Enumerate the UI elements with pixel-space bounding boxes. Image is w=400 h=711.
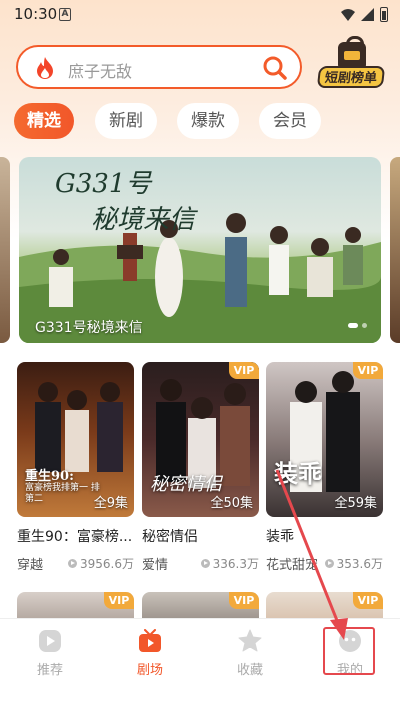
vip-badge: VIP	[353, 592, 383, 609]
tab-hot[interactable]: 爆款	[177, 103, 239, 139]
status-time: 10:30	[14, 5, 58, 23]
signal-icon	[361, 8, 374, 21]
nav-label: 收藏	[236, 663, 263, 678]
banner-next-peek[interactable]	[390, 157, 400, 343]
drama-title[interactable]: 装乖	[266, 526, 383, 546]
view-count: 353.6万	[324, 555, 383, 572]
drama-title[interactable]: 重生90：富豪榜...	[17, 526, 134, 546]
play-count-icon	[200, 559, 210, 568]
drama-rank-label: 短剧榜单	[316, 66, 386, 88]
vip-badge: VIP	[353, 362, 383, 379]
poster-title-art: 重生90:	[25, 469, 74, 484]
view-count: 3956.6万	[68, 555, 134, 572]
play-circle-icon	[39, 630, 61, 652]
status-bar: 10:30 A	[0, 0, 400, 30]
search-icon[interactable]	[262, 55, 288, 81]
battery-icon	[380, 7, 388, 22]
vip-badge: VIP	[229, 362, 259, 379]
featured-banner[interactable]: G331号 秘境来信 G331号秘境来信	[19, 157, 381, 343]
drama-genre: 穿越	[17, 558, 44, 573]
drama-genre: 爱情	[142, 558, 169, 573]
view-count-value: 3956.6万	[80, 557, 134, 571]
star-icon	[238, 629, 262, 652]
play-count-icon	[324, 559, 334, 568]
tab-featured[interactable]: 精选	[14, 103, 74, 139]
search-input[interactable]: 庶子无敌	[68, 58, 132, 82]
drama-poster[interactable]: VIP 秘密情侣 全50集	[142, 362, 259, 517]
trophy-bag-icon	[338, 36, 366, 68]
vip-badge: VIP	[229, 592, 259, 609]
vip-badge: VIP	[104, 592, 134, 609]
drama-poster[interactable]: 重生90: 富豪榜我排第一 排第二 全9集	[17, 362, 134, 517]
view-count-value: 353.6万	[336, 557, 383, 571]
nav-favorites[interactable]: 收藏	[200, 619, 300, 711]
poster-title-art: 装乖	[274, 459, 322, 488]
play-count-icon	[68, 559, 77, 568]
episode-count: 全59集	[334, 496, 377, 511]
view-count: 336.3万	[200, 555, 259, 572]
drama-poster[interactable]: VIP 装乖 全59集	[266, 362, 383, 517]
banner-dot	[348, 323, 358, 328]
status-icons	[341, 7, 388, 22]
tab-new[interactable]: 新剧	[95, 103, 157, 139]
view-count-value: 336.3万	[212, 557, 259, 571]
banner-caption: G331号秘境来信	[35, 320, 143, 336]
app-notification-icon: A	[59, 8, 71, 21]
banner-prev-peek[interactable]	[0, 157, 10, 343]
annotation-highlight-box	[323, 627, 375, 675]
episode-count: 全9集	[93, 496, 128, 511]
drama-genre: 花式甜宠	[266, 558, 319, 573]
banner-pagination	[348, 323, 367, 328]
banner-title-art: G331号	[55, 169, 152, 199]
drama-rank-button[interactable]: 短剧榜单	[316, 36, 386, 92]
banner-dot	[362, 323, 367, 328]
nav-label: 推荐	[36, 663, 63, 678]
drama-title[interactable]: 秘密情侣	[142, 526, 259, 546]
search-bar[interactable]: 庶子无敌	[16, 45, 302, 89]
wifi-icon	[341, 8, 355, 21]
tab-vip[interactable]: 会员	[259, 103, 321, 139]
banner-title-art-2: 秘境来信	[91, 205, 196, 235]
fire-icon	[37, 57, 53, 79]
nav-recommend[interactable]: 推荐	[0, 619, 100, 711]
nav-label: 剧场	[136, 663, 163, 678]
episode-count: 全50集	[210, 496, 253, 511]
tv-icon	[139, 629, 161, 652]
nav-theater[interactable]: 剧场	[100, 619, 200, 711]
